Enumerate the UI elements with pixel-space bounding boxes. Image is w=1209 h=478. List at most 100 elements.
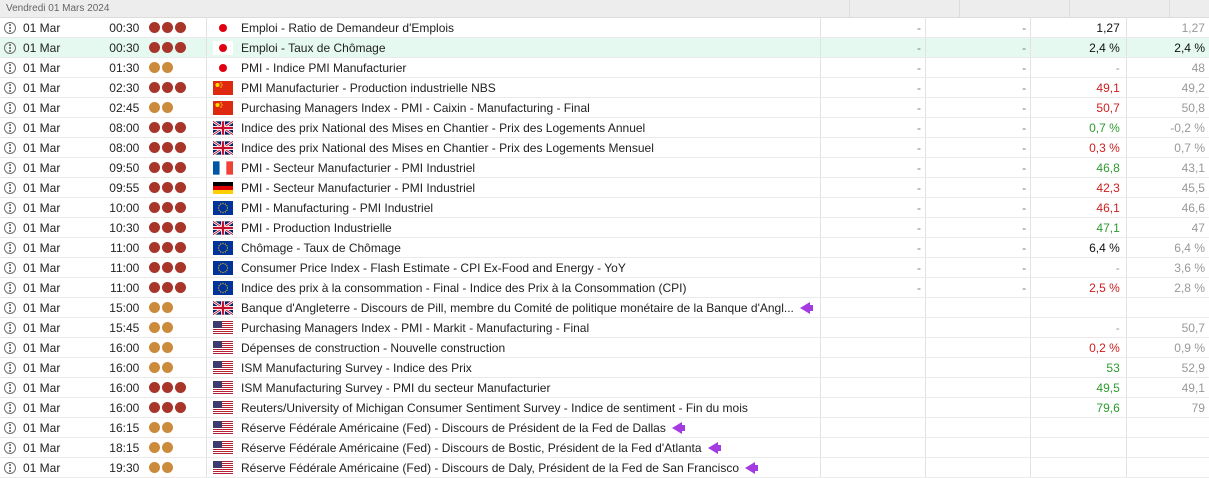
event-title[interactable]: PMI Manufacturier - Production industrie… bbox=[241, 81, 496, 95]
more-options-icon[interactable] bbox=[4, 161, 17, 174]
event-title[interactable]: Indice des prix National des Mises en Ch… bbox=[241, 121, 645, 135]
event-title-cell[interactable]: PMI - Manufacturing - PMI Industriel bbox=[239, 198, 821, 217]
more-options-icon[interactable] bbox=[4, 201, 17, 214]
event-title-cell[interactable]: Purchasing Managers Index - PMI - Markit… bbox=[239, 318, 821, 337]
info-cell[interactable] bbox=[0, 38, 21, 57]
info-cell[interactable] bbox=[0, 318, 21, 337]
event-title[interactable]: ISM Manufacturing Survey - PMI du secteu… bbox=[241, 381, 550, 395]
event-title-cell[interactable]: Purchasing Managers Index - PMI - Caixin… bbox=[239, 98, 821, 117]
more-options-icon[interactable] bbox=[4, 321, 17, 334]
event-title[interactable]: PMI - Manufacturing - PMI Industriel bbox=[241, 201, 433, 215]
event-title[interactable]: Purchasing Managers Index - PMI - Caixin… bbox=[241, 101, 590, 115]
event-title-cell[interactable]: PMI - Production Industrielle bbox=[239, 218, 821, 237]
info-cell[interactable] bbox=[0, 338, 21, 357]
more-options-icon[interactable] bbox=[4, 281, 17, 294]
event-title[interactable]: Réserve Fédérale Américaine (Fed) - Disc… bbox=[241, 441, 702, 455]
event-title[interactable]: Dépenses de construction - Nouvelle cons… bbox=[241, 341, 505, 355]
event-row[interactable]: 01 Mar 16:00 Reuters/University of Michi… bbox=[0, 398, 1209, 418]
info-cell[interactable] bbox=[0, 18, 21, 37]
more-options-icon[interactable] bbox=[4, 361, 17, 374]
event-title-cell[interactable]: Banque d'Angleterre - Discours de Pill, … bbox=[239, 298, 821, 317]
info-cell[interactable] bbox=[0, 58, 21, 77]
event-title-cell[interactable]: Réserve Fédérale Américaine (Fed) - Disc… bbox=[239, 418, 821, 437]
event-title-cell[interactable]: PMI Manufacturier - Production industrie… bbox=[239, 78, 821, 97]
info-cell[interactable] bbox=[0, 458, 21, 477]
more-options-icon[interactable] bbox=[4, 221, 17, 234]
event-row[interactable]: 01 Mar 09:50 PMI - Secteur Manufacturier… bbox=[0, 158, 1209, 178]
event-title-cell[interactable]: Consumer Price Index - Flash Estimate - … bbox=[239, 258, 821, 277]
event-row[interactable]: 01 Mar 02:45 Purchasing Managers Index -… bbox=[0, 98, 1209, 118]
event-title-cell[interactable]: Indice des prix National des Mises en Ch… bbox=[239, 138, 821, 157]
event-row[interactable]: 01 Mar 10:30 PMI - Production Industriel… bbox=[0, 218, 1209, 238]
info-cell[interactable] bbox=[0, 78, 21, 97]
event-row[interactable]: 01 Mar 09:55 PMI - Secteur Manufacturier… bbox=[0, 178, 1209, 198]
event-title[interactable]: PMI - Production Industrielle bbox=[241, 221, 392, 235]
event-title[interactable]: Emploi - Ratio de Demandeur d'Emplois bbox=[241, 21, 454, 35]
info-cell[interactable] bbox=[0, 198, 21, 217]
event-title[interactable]: Emploi - Taux de Chômage bbox=[241, 41, 386, 55]
event-title[interactable]: Consumer Price Index - Flash Estimate - … bbox=[241, 261, 626, 275]
event-title[interactable]: Chômage - Taux de Chômage bbox=[241, 241, 401, 255]
more-options-icon[interactable] bbox=[4, 301, 17, 314]
info-cell[interactable] bbox=[0, 218, 21, 237]
event-title[interactable]: Indice des prix National des Mises en Ch… bbox=[241, 141, 654, 155]
event-row[interactable]: 01 Mar 11:00 Chômage - Taux de Chômage -… bbox=[0, 238, 1209, 258]
event-title[interactable]: PMI - Indice PMI Manufacturier bbox=[241, 61, 406, 75]
more-options-icon[interactable] bbox=[4, 401, 17, 414]
event-row[interactable]: 01 Mar 08:00 Indice des prix National de… bbox=[0, 138, 1209, 158]
info-cell[interactable] bbox=[0, 118, 21, 137]
event-row[interactable]: 01 Mar 16:00 ISM Manufacturing Survey - … bbox=[0, 358, 1209, 378]
event-title-cell[interactable]: PMI - Secteur Manufacturier - PMI Indust… bbox=[239, 178, 821, 197]
more-options-icon[interactable] bbox=[4, 21, 17, 34]
event-row[interactable]: 01 Mar 08:00 Indice des prix National de… bbox=[0, 118, 1209, 138]
event-title-cell[interactable]: Indice des prix National des Mises en Ch… bbox=[239, 118, 821, 137]
info-cell[interactable] bbox=[0, 278, 21, 297]
event-row[interactable]: 01 Mar 15:00 Banque d'Angleterre - Disco… bbox=[0, 298, 1209, 318]
event-title[interactable]: Purchasing Managers Index - PMI - Markit… bbox=[241, 321, 589, 335]
event-title[interactable]: Indice des prix à la consommation - Fina… bbox=[241, 281, 687, 295]
more-options-icon[interactable] bbox=[4, 121, 17, 134]
event-title[interactable]: Reuters/University of Michigan Consumer … bbox=[241, 401, 748, 415]
event-title-cell[interactable]: Reuters/University of Michigan Consumer … bbox=[239, 398, 821, 417]
info-cell[interactable] bbox=[0, 238, 21, 257]
event-title-cell[interactable]: ISM Manufacturing Survey - PMI du secteu… bbox=[239, 378, 821, 397]
event-title-cell[interactable]: Dépenses de construction - Nouvelle cons… bbox=[239, 338, 821, 357]
more-options-icon[interactable] bbox=[4, 181, 17, 194]
event-row[interactable]: 01 Mar 11:00 Consumer Price Index - Flas… bbox=[0, 258, 1209, 278]
event-row[interactable]: 01 Mar 00:30 Emploi - Ratio de Demandeur… bbox=[0, 18, 1209, 38]
info-cell[interactable] bbox=[0, 298, 21, 317]
info-cell[interactable] bbox=[0, 178, 21, 197]
info-cell[interactable] bbox=[0, 258, 21, 277]
event-row[interactable]: 01 Mar 16:00 ISM Manufacturing Survey - … bbox=[0, 378, 1209, 398]
event-title[interactable]: ISM Manufacturing Survey - Indice des Pr… bbox=[241, 361, 472, 375]
event-title-cell[interactable]: PMI - Indice PMI Manufacturier bbox=[239, 58, 821, 77]
more-options-icon[interactable] bbox=[4, 141, 17, 154]
more-options-icon[interactable] bbox=[4, 81, 17, 94]
event-title-cell[interactable]: Réserve Fédérale Américaine (Fed) - Disc… bbox=[239, 458, 821, 477]
info-cell[interactable] bbox=[0, 138, 21, 157]
event-title[interactable]: PMI - Secteur Manufacturier - PMI Indust… bbox=[241, 161, 475, 175]
event-title-cell[interactable]: Chômage - Taux de Chômage bbox=[239, 238, 821, 257]
info-cell[interactable] bbox=[0, 378, 21, 397]
event-title-cell[interactable]: Emploi - Taux de Chômage bbox=[239, 38, 821, 57]
event-row[interactable]: 01 Mar 16:15 Réserve Fédérale Américaine… bbox=[0, 418, 1209, 438]
event-title-cell[interactable]: ISM Manufacturing Survey - Indice des Pr… bbox=[239, 358, 821, 377]
event-row[interactable]: 01 Mar 11:00 Indice des prix à la consom… bbox=[0, 278, 1209, 298]
info-cell[interactable] bbox=[0, 158, 21, 177]
info-cell[interactable] bbox=[0, 398, 21, 417]
more-options-icon[interactable] bbox=[4, 441, 17, 454]
event-title-cell[interactable]: Emploi - Ratio de Demandeur d'Emplois bbox=[239, 18, 821, 37]
event-title-cell[interactable]: PMI - Secteur Manufacturier - PMI Indust… bbox=[239, 158, 821, 177]
event-row[interactable]: 01 Mar 01:30 PMI - Indice PMI Manufactur… bbox=[0, 58, 1209, 78]
event-row[interactable]: 01 Mar 19:30 Réserve Fédérale Américaine… bbox=[0, 458, 1209, 478]
info-cell[interactable] bbox=[0, 438, 21, 457]
event-title-cell[interactable]: Indice des prix à la consommation - Fina… bbox=[239, 278, 821, 297]
event-row[interactable]: 01 Mar 02:30 PMI Manufacturier - Product… bbox=[0, 78, 1209, 98]
event-row[interactable]: 01 Mar 00:30 Emploi - Taux de Chômage - … bbox=[0, 38, 1209, 58]
event-row[interactable]: 01 Mar 16:00 Dépenses de construction - … bbox=[0, 338, 1209, 358]
event-row[interactable]: 01 Mar 18:15 Réserve Fédérale Américaine… bbox=[0, 438, 1209, 458]
more-options-icon[interactable] bbox=[4, 101, 17, 114]
event-title[interactable]: Réserve Fédérale Américaine (Fed) - Disc… bbox=[241, 461, 739, 475]
info-cell[interactable] bbox=[0, 358, 21, 377]
event-title[interactable]: Réserve Fédérale Américaine (Fed) - Disc… bbox=[241, 421, 666, 435]
